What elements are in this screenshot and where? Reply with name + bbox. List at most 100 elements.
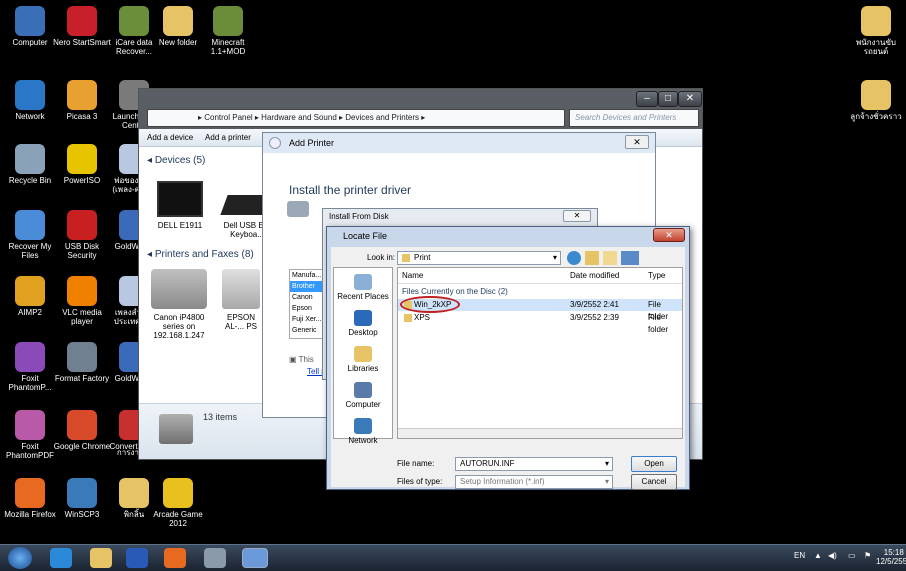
desktop-shortcut-icon [15, 342, 45, 372]
place-desktop[interactable]: Desktop [334, 304, 392, 340]
open-button[interactable]: Open [631, 456, 677, 472]
manufacturer-list[interactable]: Manufa... Brother Canon Epson Fuji Xer... Gen… [289, 269, 325, 339]
desktop-icon[interactable]: PowerISO [52, 144, 112, 185]
file-row[interactable]: XPS 3/9/2552 2:39 File folder [398, 312, 682, 334]
desktop-icon-label: ลูกจ้างชั่วคราว [850, 112, 902, 121]
new-folder-icon[interactable] [603, 251, 617, 265]
desktop-icon[interactable]: WinSCP3 [52, 478, 112, 519]
desktop-shortcut-icon [163, 6, 193, 36]
look-in-label: Look in: [367, 253, 396, 262]
volume-icon[interactable]: ◀) [828, 551, 837, 560]
close-button[interactable]: ✕ [653, 228, 685, 242]
network-tray-icon[interactable]: ▭ [848, 551, 856, 560]
desktop-icon-label: AIMP2 [17, 308, 42, 317]
manufacturer-item[interactable]: Epson [290, 303, 324, 314]
folder-icon [402, 253, 410, 262]
column-name[interactable]: Name [402, 268, 423, 284]
cancel-button[interactable]: Cancel [631, 474, 677, 490]
desktop-shortcut-icon [15, 6, 45, 36]
desktop-icon[interactable]: Google Chrome [52, 410, 112, 451]
file-type-select[interactable]: Setup Information (*.inf) ▾ [455, 475, 613, 489]
address-bar[interactable]: ▸ Control Panel ▸ Hardware and Sound ▸ D… [147, 109, 565, 127]
place-recent[interactable]: Recent Places [334, 268, 392, 304]
look-in-select[interactable]: Print ▾ [397, 251, 561, 265]
place-network[interactable]: Network [334, 412, 392, 448]
desktop-shortcut-icon [67, 80, 97, 110]
manufacturer-item[interactable]: Generic [290, 325, 324, 336]
file-list: Name Date modified Type Files Currently … [397, 267, 683, 439]
desktop-icon[interactable]: USB Disk Security [52, 210, 112, 260]
signed-driver-label: ▣ This [289, 355, 314, 364]
firefox-icon[interactable] [164, 548, 186, 568]
add-printer-button[interactable]: Add a printer [205, 133, 251, 142]
desktop-icon-label: Arcade Game 2012 [153, 510, 203, 528]
desktop-icon[interactable]: Nero StartSmart [52, 6, 112, 47]
desktop-icon-label: Network [15, 112, 45, 121]
back-icon[interactable] [567, 251, 581, 265]
desktop-icon[interactable]: Format Factory [52, 342, 112, 383]
file-name-input[interactable]: AUTORUN.INF ▾ [455, 457, 613, 471]
start-button[interactable] [8, 547, 32, 569]
horizontal-scrollbar[interactable] [398, 428, 682, 438]
desktop-icon[interactable]: พนักงานขับรถยนต์ [846, 6, 906, 56]
desktop-icon[interactable]: Mozilla Firefox [0, 478, 60, 519]
calendar-icon[interactable] [204, 548, 226, 568]
close-button[interactable]: ✕ [678, 91, 702, 107]
folder-icon [861, 6, 891, 36]
desktop-icon[interactable]: Foxit PhantomPDF [0, 410, 60, 460]
column-type[interactable]: Type [648, 268, 665, 284]
add-device-button[interactable]: Add a device [147, 133, 193, 142]
devices-section-header[interactable]: ◂ Devices (5) [147, 155, 205, 166]
place-computer[interactable]: Computer [334, 376, 392, 412]
up-folder-icon[interactable] [585, 251, 599, 265]
devices-printers-taskbar-icon[interactable] [242, 548, 268, 568]
desktop-icon[interactable]: Recycle Bin [0, 144, 60, 185]
locate-file-title: Locate File [343, 231, 388, 241]
close-button[interactable]: ✕ [563, 210, 591, 222]
desktop-icon-label: Google Chrome [53, 442, 111, 451]
search-input[interactable]: Search Devices and Printers [569, 109, 699, 127]
desktop-icon[interactable]: AIMP2 [0, 276, 60, 317]
manufacturer-item[interactable]: Brother [290, 281, 324, 292]
desktop-shortcut-icon [15, 276, 45, 306]
desktop-icon[interactable]: Network [0, 80, 60, 121]
flag-icon[interactable]: ⚑ [864, 551, 871, 560]
file-explorer-icon[interactable] [90, 548, 112, 568]
printer-canon[interactable]: Canon iP4800 series on 192.168.1.247 [147, 269, 211, 340]
desktop-icon[interactable]: Arcade Game 2012 [148, 478, 208, 528]
column-date[interactable]: Date modified [570, 268, 619, 284]
printers-section-header[interactable]: ◂ Printers and Faxes (8) [147, 249, 254, 260]
manufacturer-item[interactable]: Fuji Xer... [290, 314, 324, 325]
minimize-button[interactable]: ‒ [636, 91, 658, 107]
maximize-button[interactable]: □ [658, 91, 678, 107]
manufacturer-item[interactable]: Canon [290, 292, 324, 303]
places-bar: Recent Places Desktop Libraries Computer… [333, 267, 393, 445]
desktop-icon-label: Format Factory [54, 374, 110, 383]
desktop-icon[interactable]: Picasa 3 [52, 80, 112, 121]
device-monitor[interactable]: DELL E1911 [151, 181, 209, 230]
file-row[interactable]: Win_2kXP 3/9/2552 2:41 File folder [398, 296, 682, 321]
desktop-icon[interactable]: Recover My Files [0, 210, 60, 260]
desktop-icon[interactable]: ลูกจ้างชั่วคราว [846, 80, 906, 121]
place-libraries[interactable]: Libraries [334, 340, 392, 376]
close-button[interactable]: ✕ [625, 135, 649, 149]
views-menu-icon[interactable] [621, 251, 639, 265]
desktop-shortcut-icon [67, 342, 97, 372]
desktop-icon[interactable]: VLC media player [52, 276, 112, 326]
desktop-icon-label: Foxit PhantomP... [8, 374, 52, 392]
computer-icon [354, 382, 372, 398]
printer-epson[interactable]: EPSON AL-... PS [219, 269, 263, 331]
language-indicator[interactable]: EN [794, 551, 805, 560]
internet-explorer-icon[interactable] [50, 548, 72, 568]
desktop-shortcut-icon [67, 210, 97, 240]
tray-arrow-icon[interactable]: ▲ [814, 551, 822, 560]
desktop-icon[interactable]: Computer [0, 6, 60, 47]
network-icon [354, 418, 372, 434]
desktop-icon[interactable]: Minecraft 1.1+MOD [198, 6, 258, 56]
media-player-icon[interactable] [126, 548, 148, 568]
manufacturer-item[interactable]: Manufa... [290, 270, 324, 281]
desktop-icon[interactable]: Foxit PhantomP... [0, 342, 60, 392]
clock[interactable]: 15:1812/5/2557 [876, 548, 906, 566]
back-arrow-icon[interactable] [269, 137, 281, 149]
libraries-icon [354, 346, 372, 362]
